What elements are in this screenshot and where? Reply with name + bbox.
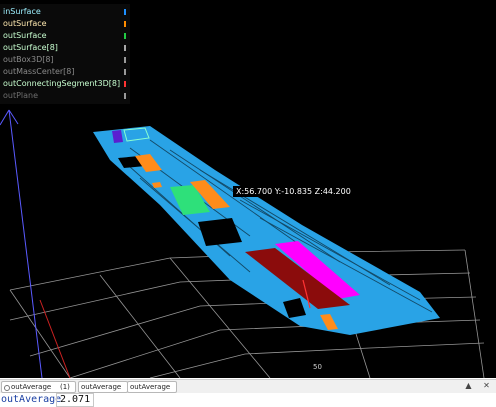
tab-label: outAverage xyxy=(11,383,52,391)
output-value[interactable]: 2.071 xyxy=(56,393,95,407)
pin-icon[interactable]: ▲ xyxy=(464,381,473,391)
layer-color-swatch xyxy=(124,81,126,87)
layer-name: outMassCenter[8] xyxy=(3,67,75,76)
layer-item[interactable]: outSurface[8] xyxy=(3,42,128,54)
axes xyxy=(0,109,71,378)
layer-color-swatch xyxy=(124,57,126,63)
layer-item[interactable]: outBox3D[8] xyxy=(3,54,128,66)
coordinate-readout: X:56.700 Y:-10.835 Z:44.200 xyxy=(233,186,354,197)
output-tab-bar: outAverage (1) outAverage outAverage ▲ ✕ xyxy=(0,379,496,393)
layer-item[interactable]: outPlane xyxy=(3,90,128,102)
3d-viewport[interactable]: inSurface outSurface outSurface outSurface[… xyxy=(0,0,496,378)
layer-item[interactable]: outMassCenter[8] xyxy=(3,66,128,78)
output-label: outAverage xyxy=(1,394,62,405)
tab-outaverage-3[interactable]: outAverage xyxy=(127,381,177,393)
output-value-row: outAverage 2.071 xyxy=(0,393,496,407)
layer-color-swatch xyxy=(124,93,126,99)
layer-name: outSurface[8] xyxy=(3,43,58,52)
layer-item[interactable]: outConnectingSegment3D[8] xyxy=(3,78,128,90)
layer-item[interactable]: outSurface xyxy=(3,18,128,30)
tab-outaverage-2[interactable]: outAverage xyxy=(78,381,128,393)
layer-item[interactable]: inSurface xyxy=(3,6,128,18)
layer-color-swatch xyxy=(124,33,126,39)
layer-color-swatch xyxy=(124,9,126,15)
tab-count: (1) xyxy=(60,383,70,391)
layer-name: outSurface xyxy=(3,31,47,40)
layer-name: outBox3D[8] xyxy=(3,55,54,64)
grid-tick-label: 50 xyxy=(313,363,322,371)
tab-pin-icon xyxy=(4,385,10,391)
layer-legend: inSurface outSurface outSurface outSurface[… xyxy=(0,4,130,104)
layer-name: outSurface xyxy=(3,19,47,28)
layer-color-swatch xyxy=(124,21,126,27)
layer-name: outConnectingSegment3D[8] xyxy=(3,79,121,88)
layer-item[interactable]: outSurface xyxy=(3,30,128,42)
tab-outaverage-1[interactable]: outAverage (1) xyxy=(1,381,76,393)
layer-color-swatch xyxy=(124,45,126,51)
layer-name: inSurface xyxy=(3,7,41,16)
layer-name: outPlane xyxy=(3,91,39,100)
layer-color-swatch xyxy=(124,69,126,75)
close-icon[interactable]: ✕ xyxy=(482,381,491,391)
